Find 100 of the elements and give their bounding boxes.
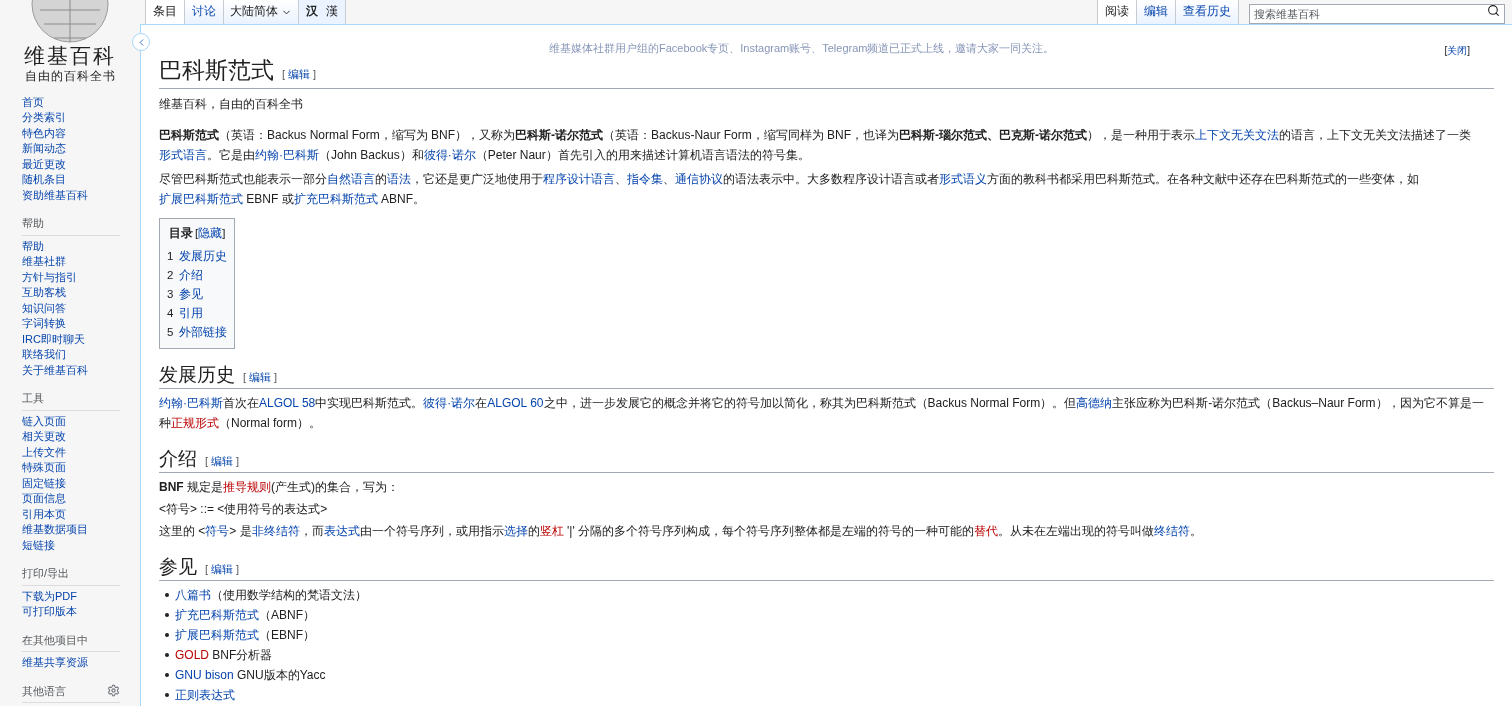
sidebar-link[interactable]: 特殊页面 xyxy=(22,460,120,476)
variant-dropdown[interactable]: 大陆简体 xyxy=(223,0,298,24)
sidebar-link[interactable]: 帮助 xyxy=(22,238,120,254)
section-heading: 参见 xyxy=(159,554,197,579)
sidebar-link[interactable]: 关于维基百科 xyxy=(22,362,120,378)
link[interactable]: 扩展巴科斯范式 xyxy=(159,192,243,207)
list-item: GNU bison GNU版本的Yacc xyxy=(175,666,326,684)
sidebar-link[interactable]: 分类索引 xyxy=(22,110,140,126)
sidebar-link[interactable]: 随机条目 xyxy=(22,172,140,188)
link[interactable]: 八篇书 xyxy=(175,587,211,602)
edit-link[interactable]: [ 编辑 ] xyxy=(243,368,278,385)
link[interactable]: 形式语义 xyxy=(939,172,987,187)
sidebar-link[interactable]: 页面信息 xyxy=(22,491,120,507)
settings-icon[interactable] xyxy=(107,684,120,698)
link[interactable]: 形式语言 xyxy=(159,148,207,163)
link[interactable]: 扩展巴科斯范式 xyxy=(175,627,259,642)
link[interactable]: 自然语言 xyxy=(327,172,375,187)
list-item: 扩展巴科斯范式（EBNF） xyxy=(175,626,315,644)
link[interactable]: 符号 xyxy=(205,523,230,538)
sidebar-link[interactable]: 下载为PDF xyxy=(22,588,120,604)
link[interactable]: 扩充巴科斯范式 xyxy=(293,192,378,207)
page-tab[interactable]: 编辑 xyxy=(1136,0,1175,24)
site-notice: 维基媒体社群用户组的Facebook专页、Instagram账号、Telegram频道已正式上线，邀请大家一同关注。 xyxy=(549,41,1055,56)
page-tab[interactable]: 讨论 xyxy=(184,0,223,24)
bullet-icon xyxy=(165,672,169,677)
link[interactable]: 扩充巴科斯范式 xyxy=(175,607,259,622)
toc-item[interactable]: 1 发展历史 xyxy=(167,246,228,266)
toc-item[interactable]: 2 介绍 xyxy=(167,265,228,285)
toc-item[interactable]: 3 参见 xyxy=(167,284,228,304)
toc-item[interactable]: 4 引用 xyxy=(167,303,228,323)
link[interactable]: 选择 xyxy=(503,523,528,538)
sidebar-link[interactable]: 维基共享资源 xyxy=(22,655,120,671)
link[interactable]: 上下文无关文法 xyxy=(1195,128,1280,143)
link[interactable]: 正规形式 xyxy=(171,415,219,430)
link[interactable]: 通信协议 xyxy=(675,172,723,187)
link[interactable]: ALGOL 58 xyxy=(259,395,316,410)
sidebar-link[interactable]: 维基社群 xyxy=(22,254,120,270)
link[interactable]: 彼得·诺尔 xyxy=(423,395,476,410)
logo-title[interactable]: 维基百科 xyxy=(24,45,116,67)
paragraph: 这里的 <符号> 是非终结符，而表达式由一个符号序列，或用指示选择的竖杠 '|' 分隔的多个符号序列构成，每个符号序列整体都是左端的符号的一种可能的替代。从未在左端出现的符号叫做终结符。 xyxy=(159,522,1204,540)
link[interactable]: 约翰·巴科斯 xyxy=(159,395,223,410)
toc-toggle[interactable]: [隐藏] xyxy=(195,225,226,243)
portal-heading: 在其他项目中 xyxy=(22,632,88,648)
sidebar-link[interactable]: 首页 xyxy=(22,94,140,110)
sidebar-link[interactable]: 引用本页 xyxy=(22,506,120,522)
bullet-icon xyxy=(165,612,169,617)
globe-icon xyxy=(30,0,110,44)
search-icon[interactable] xyxy=(1487,4,1500,17)
paragraph: BNF 规定是推导规则(产生式)的集合，写为： xyxy=(159,478,400,496)
sidebar-link[interactable]: 上传文件 xyxy=(22,444,120,460)
link[interactable]: GOLD xyxy=(175,647,209,662)
toc-item[interactable]: 5 外部链接 xyxy=(167,322,228,342)
link[interactable]: GNU bison xyxy=(175,667,234,682)
toc-title: 目录 xyxy=(169,226,193,242)
sidebar-link[interactable]: 互助客栈 xyxy=(22,285,120,301)
link[interactable]: 替代 xyxy=(974,523,999,538)
sidebar-link[interactable]: 维基数据项目 xyxy=(22,522,120,538)
script-button[interactable]: 汉 xyxy=(305,3,319,21)
page-title: 巴科斯范式 xyxy=(159,57,274,85)
sidebar-link[interactable]: 链入页面 xyxy=(22,413,120,429)
sidebar-link[interactable]: 资助维基百科 xyxy=(22,187,140,203)
link[interactable]: 指令集 xyxy=(627,172,663,187)
link[interactable]: 非终结符 xyxy=(251,523,300,538)
link[interactable]: 表达式 xyxy=(323,523,360,538)
portal-heading: 工具 xyxy=(22,391,44,406)
sidebar-link[interactable]: 短链接 xyxy=(22,537,120,553)
page-tab[interactable]: 条目 xyxy=(145,0,184,24)
link[interactable]: 彼得·诺尔 xyxy=(423,148,476,163)
link[interactable]: 终结符 xyxy=(1154,523,1191,538)
sidebar-link[interactable]: 固定链接 xyxy=(22,475,120,491)
sidebar-link[interactable]: 字词转换 xyxy=(22,316,120,332)
link[interactable]: 约翰·巴科斯 xyxy=(255,148,319,163)
sidebar-link[interactable]: 相关更改 xyxy=(22,429,120,445)
sidebar-link[interactable]: IRC即时聊天 xyxy=(22,331,120,347)
link[interactable]: 高德纳 xyxy=(1076,395,1113,410)
portal-heading: 打印/导出 xyxy=(22,566,70,581)
page-tab[interactable]: 查看历史 xyxy=(1175,0,1238,24)
sidebar-link[interactable]: 新闻动态 xyxy=(22,141,140,157)
link[interactable]: 竖杠 xyxy=(539,523,564,538)
edit-link[interactable]: [ 编辑 ] xyxy=(205,452,240,469)
edit-link[interactable]: [ 编辑 ] xyxy=(205,560,240,577)
link[interactable]: 推导规则 xyxy=(223,479,271,494)
paragraph: 巴科斯范式（英语：Backus Normal Form，缩写为 BNF），又称为巴科斯-诺尔范式（英语：Backus-Naur Form，缩写同样为 BNF，也译为巴科斯-瑙尔范式、巴克斯-诺尔范式），是一种用于表示上下文无关文法的语言，上下文无关文法描述了一类 形式语言。它是由约翰·巴科斯（John Backus）和彼得·诺尔（Peter Naur）首先引入的用来描述计算机语言语法的符号集。 xyxy=(159,127,1473,165)
sidebar-link[interactable]: 方针与指引 xyxy=(22,269,120,285)
close-link[interactable]: [关闭] xyxy=(1444,43,1470,58)
link[interactable]: 正则表达式 xyxy=(175,687,235,702)
sidebar-link[interactable]: 特色内容 xyxy=(22,125,140,141)
sidebar-link[interactable]: 知识问答 xyxy=(22,300,120,316)
sidebar-link[interactable]: 联络我们 xyxy=(22,347,120,363)
list-item: GOLD BNF分析器 xyxy=(175,646,273,664)
sidebar-link[interactable]: 最近更改 xyxy=(22,156,140,172)
link[interactable]: 语法 xyxy=(387,172,411,187)
link[interactable]: 程序设计语言 xyxy=(543,172,615,187)
sidebar-link[interactable]: 可打印版本 xyxy=(22,604,120,620)
edit-link[interactable]: [ 编辑 ] xyxy=(282,66,317,83)
page-tab[interactable]: 阅读 xyxy=(1097,0,1136,24)
link[interactable]: ALGOL 60 xyxy=(487,395,544,410)
search-field[interactable]: 搜索维基百科 xyxy=(1249,4,1505,24)
paragraph: 尽管巴科斯范式也能表示一部分自然语言的语法，它还是更广泛地使用于程序设计语言、指令集、通信协议的语法表示中。大多数程序设计语言或者形式语义方面的教科书都采用巴科斯范式。在各种文献中还存在巴科斯范式的一些变体，如 扩展巴科斯范式 EBNF 或扩充巴科斯范式 ABNF。 xyxy=(159,171,1420,209)
script-button[interactable]: 漢 xyxy=(325,3,339,21)
